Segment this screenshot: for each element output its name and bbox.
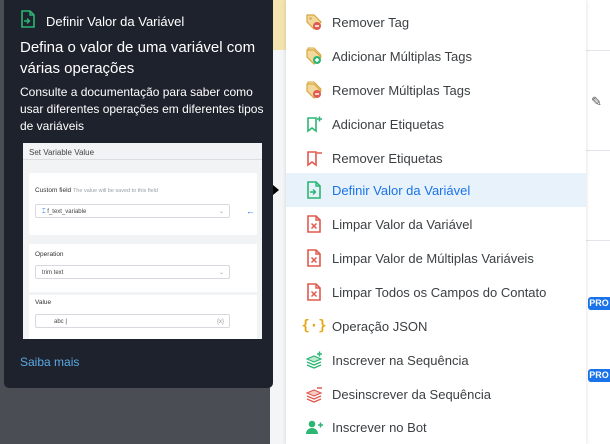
menu-item-remove-tag[interactable]: Remover Tag (286, 5, 586, 39)
sequence-unsubscribe-icon (304, 384, 324, 404)
preview-divider (23, 159, 262, 160)
chevron-down-icon: ⌄ (218, 270, 224, 276)
preview-custom-field-section: Custom field The value will be saved to … (29, 173, 257, 235)
action-menu: Remover Tag Adicionar Múltiplas Tags Rem… (286, 0, 586, 444)
file-clear-icon (304, 214, 324, 234)
menu-item-add-multiple-tags[interactable]: Adicionar Múltiplas Tags (286, 39, 586, 73)
menu-item-label: Remover Etiquetas (332, 150, 443, 166)
bookmark-add-icon (304, 114, 324, 134)
menu-item-label: Inscrever na Sequência (332, 352, 469, 368)
preview-title: Set Variable Value (29, 148, 95, 157)
file-variable-icon (20, 10, 36, 33)
background-divider (583, 150, 610, 151)
pencil-icon[interactable]: ✎ (591, 94, 602, 110)
menu-item-label: Limpar Todos os Campos do Contato (332, 284, 547, 300)
tooltip-title: Defina o valor de uma variável com vária… (20, 39, 256, 77)
tooltip-pointer (273, 185, 279, 195)
pro-badge: PRO (588, 369, 610, 382)
preview-custom-field-label: Custom field The value will be saved to … (35, 187, 158, 194)
menu-item-add-labels[interactable]: Adicionar Etiquetas (286, 107, 586, 141)
preview-value-input: abc | {x} (35, 314, 230, 328)
menu-item-label: Inscrever no Bot (332, 419, 427, 435)
preview-custom-field-select: ⌶ f_text_variable ⌄ (35, 204, 230, 218)
chevron-down-icon: ⌄ (218, 209, 224, 215)
menu-item-clear-multiple-variables[interactable]: Limpar Valor de Múltiplas Variáveis (286, 241, 586, 275)
menu-item-label: Remover Tag (332, 14, 410, 30)
menu-item-label: Adicionar Etiquetas (332, 116, 445, 132)
preview-operation-section: Operation trim text ⌄ (29, 244, 257, 292)
menu-item-label: Adicionar Múltiplas Tags (332, 48, 472, 64)
preview-value-label: Value (35, 299, 52, 306)
user-add-icon (304, 417, 324, 437)
file-clear-multi-icon (304, 248, 324, 268)
menu-item-label: Remover Múltiplas Tags (332, 82, 471, 98)
tooltip-description: Consulte a documentação para saber como … (20, 85, 264, 133)
tags-add-icon (304, 46, 324, 66)
learn-more-link[interactable]: Saiba mais (20, 355, 79, 369)
menu-item-clear-variable-value[interactable]: Limpar Valor da Variável (286, 207, 586, 241)
tags-remove-icon (304, 80, 324, 100)
menu-item-clear-all-contact-fields[interactable]: Limpar Todos os Campos do Contato (286, 275, 586, 309)
menu-item-json-operation[interactable]: {·} Operação JSON (286, 309, 586, 343)
preview-value-section: Value abc | {x} (29, 295, 257, 339)
tooltip-preview-image: Set Variable Value Custom field The valu… (23, 143, 262, 339)
menu-item-subscribe-sequence[interactable]: Inscrever na Sequência (286, 343, 586, 377)
menu-item-label: Desinscrever da Sequência (332, 386, 491, 402)
file-clear-all-icon (304, 282, 324, 302)
menu-item-label: Limpar Valor da Variável (332, 216, 473, 232)
menu-item-label: Limpar Valor de Múltiplas Variáveis (332, 250, 534, 266)
menu-item-unsubscribe-sequence[interactable]: Desinscrever da Sequência (286, 377, 586, 411)
menu-item-label: Definir Valor da Variável (332, 182, 471, 198)
menu-item-remove-labels[interactable]: Remover Etiquetas (286, 141, 586, 175)
bookmark-remove-icon (304, 148, 324, 168)
file-variable-icon (304, 180, 324, 200)
tooltip-header: Definir Valor da Variável (20, 10, 184, 33)
json-braces-icon: {·} (301, 318, 327, 334)
menu-item-remove-multiple-tags[interactable]: Remover Múltiplas Tags (286, 73, 586, 107)
braces-icon: {x} (216, 319, 224, 325)
preview-custom-field-hint: The value will be saved to this field (72, 188, 158, 194)
background-divider (583, 50, 610, 51)
menu-item-set-variable-value[interactable]: Definir Valor da Variável (286, 173, 586, 207)
menu-item-label: Operação JSON (332, 318, 428, 334)
menu-item-subscribe-bot[interactable]: Inscrever no Bot (286, 410, 586, 444)
preview-operation-label: Operation (35, 251, 64, 258)
background-divider (583, 240, 610, 241)
tooltip-header-label: Definir Valor da Variável (46, 14, 185, 29)
feature-tooltip: Definir Valor da Variável Defina o valor… (4, 0, 273, 388)
sequence-subscribe-icon (304, 350, 324, 370)
pro-badge: PRO (588, 297, 610, 310)
tag-remove-icon (304, 12, 324, 32)
arrow-left-icon: ← (246, 206, 255, 216)
preview-operation-select: trim text ⌄ (35, 265, 230, 279)
